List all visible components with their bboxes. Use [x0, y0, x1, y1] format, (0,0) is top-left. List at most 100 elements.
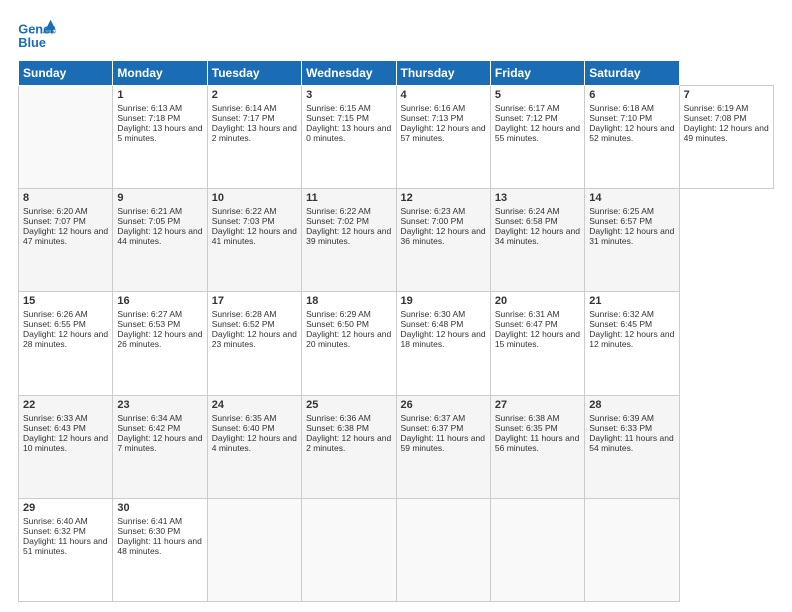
- daylight-label: Daylight: 12 hours and 52 minutes.: [589, 123, 674, 143]
- daylight-label: Daylight: 12 hours and 36 minutes.: [401, 226, 486, 246]
- daylight-label: Daylight: 12 hours and 12 minutes.: [589, 329, 674, 349]
- day-number: 25: [306, 399, 391, 411]
- sunset-label: Sunset: 7:12 PM: [495, 113, 558, 123]
- day-number: 9: [117, 192, 202, 204]
- day-number: 1: [117, 89, 202, 101]
- calendar-day-cell: [490, 498, 584, 601]
- daylight-label: Daylight: 12 hours and 47 minutes.: [23, 226, 108, 246]
- daylight-label: Daylight: 11 hours and 54 minutes.: [589, 433, 673, 453]
- sunset-label: Sunset: 6:58 PM: [495, 216, 558, 226]
- calendar-header-row: SundayMondayTuesdayWednesdayThursdayFrid…: [19, 61, 774, 86]
- daylight-label: Daylight: 12 hours and 57 minutes.: [401, 123, 486, 143]
- daylight-label: Daylight: 12 hours and 41 minutes.: [212, 226, 297, 246]
- day-number: 7: [684, 89, 769, 101]
- calendar-day-cell: 28 Sunrise: 6:39 AMSunset: 6:33 PMDayligh…: [585, 395, 679, 498]
- logo: General Blue: [18, 18, 59, 52]
- sunrise-label: Sunrise: 6:39 AM: [589, 413, 654, 423]
- calendar-day-cell: 15Sunrise: 6:26 AMSunset: 6:55 PMDayligh…: [19, 292, 113, 395]
- sunrise-label: Sunrise: 6:35 AM: [212, 413, 277, 423]
- calendar-day-cell: 21Sunrise: 6:32 AMSunset: 6:45 PMDayligh…: [585, 292, 679, 395]
- sunrise-label: Sunrise: 6:20 AM: [23, 206, 88, 216]
- page: General Blue SundayMondayTuesdayWednesda…: [0, 0, 792, 612]
- daylight-label: Daylight: 12 hours and 44 minutes.: [117, 226, 202, 246]
- calendar-day-cell: 16Sunrise: 6:27 AMSunset: 6:53 PMDayligh…: [113, 292, 207, 395]
- day-number: 8: [23, 192, 108, 204]
- empty-cell: [19, 86, 113, 189]
- calendar-day-cell: [585, 498, 679, 601]
- daylight-label: Daylight: 12 hours and 15 minutes.: [495, 329, 580, 349]
- calendar-day-cell: 4Sunrise: 6:16 AMSunset: 7:13 PMDaylight…: [396, 86, 490, 189]
- calendar-day-cell: 29Sunrise: 6:40 AMSunset: 6:32 PMDayligh…: [19, 498, 113, 601]
- day-number: 20: [495, 295, 580, 307]
- sunrise-label: Sunrise: 6:29 AM: [306, 309, 371, 319]
- day-number: 3: [306, 89, 391, 101]
- sunrise-label: Sunrise: 6:17 AM: [495, 103, 560, 113]
- calendar-day-cell: [396, 498, 490, 601]
- header: General Blue: [18, 18, 774, 52]
- daylight-label: Daylight: 12 hours and 34 minutes.: [495, 226, 580, 246]
- calendar-day-cell: 11Sunrise: 6:22 AMSunset: 7:02 PMDayligh…: [302, 189, 396, 292]
- sunset-label: Sunset: 7:07 PM: [23, 216, 86, 226]
- day-number: 21: [589, 295, 674, 307]
- sunrise-label: Sunrise: 6:15 AM: [306, 103, 371, 113]
- day-header-sunday: Sunday: [19, 61, 113, 86]
- sunrise-label: Sunrise: 6:28 AM: [212, 309, 277, 319]
- daylight-label: Daylight: 13 hours and 2 minutes.: [212, 123, 297, 143]
- sunset-label: Sunset: 6:35 PM: [495, 423, 558, 433]
- sunset-label: Sunset: 6:48 PM: [401, 319, 464, 329]
- daylight-label: Daylight: 12 hours and 23 minutes.: [212, 329, 297, 349]
- daylight-label: Daylight: 13 hours and 5 minutes.: [117, 123, 202, 143]
- sunrise-label: Sunrise: 6:40 AM: [23, 516, 88, 526]
- day-number: 26: [401, 399, 486, 411]
- sunrise-label: Sunrise: 6:26 AM: [23, 309, 88, 319]
- day-number: 23: [117, 399, 202, 411]
- sunrise-label: Sunrise: 6:23 AM: [401, 206, 466, 216]
- daylight-label: Daylight: 11 hours and 59 minutes.: [401, 433, 485, 453]
- daylight-label: Daylight: 13 hours and 0 minutes.: [306, 123, 391, 143]
- sunrise-label: Sunrise: 6:41 AM: [117, 516, 182, 526]
- calendar-table: SundayMondayTuesdayWednesdayThursdayFrid…: [18, 60, 774, 602]
- sunset-label: Sunset: 6:53 PM: [117, 319, 180, 329]
- calendar-day-cell: 8 Sunrise: 6:20 AMSunset: 7:07 PMDaylight…: [19, 189, 113, 292]
- daylight-label: Daylight: 12 hours and 20 minutes.: [306, 329, 391, 349]
- sunrise-label: Sunrise: 6:18 AM: [589, 103, 654, 113]
- sunrise-label: Sunrise: 6:22 AM: [306, 206, 371, 216]
- sunset-label: Sunset: 7:13 PM: [401, 113, 464, 123]
- day-number: 28: [589, 399, 674, 411]
- sunset-label: Sunset: 6:32 PM: [23, 526, 86, 536]
- day-number: 11: [306, 192, 391, 204]
- calendar-day-cell: 25Sunrise: 6:36 AMSunset: 6:38 PMDayligh…: [302, 395, 396, 498]
- daylight-label: Daylight: 11 hours and 56 minutes.: [495, 433, 579, 453]
- sunset-label: Sunset: 6:37 PM: [401, 423, 464, 433]
- sunset-label: Sunset: 6:57 PM: [589, 216, 652, 226]
- calendar-day-cell: 23Sunrise: 6:34 AMSunset: 6:42 PMDayligh…: [113, 395, 207, 498]
- sunset-label: Sunset: 7:02 PM: [306, 216, 369, 226]
- day-header-wednesday: Wednesday: [302, 61, 396, 86]
- sunset-label: Sunset: 6:33 PM: [589, 423, 652, 433]
- sunset-label: Sunset: 7:10 PM: [589, 113, 652, 123]
- sunset-label: Sunset: 7:18 PM: [117, 113, 180, 123]
- sunset-label: Sunset: 6:52 PM: [212, 319, 275, 329]
- daylight-label: Daylight: 11 hours and 48 minutes.: [117, 536, 201, 556]
- sunset-label: Sunset: 7:05 PM: [117, 216, 180, 226]
- calendar-day-cell: 1Sunrise: 6:13 AMSunset: 7:18 PMDaylight…: [113, 86, 207, 189]
- calendar-body: 1Sunrise: 6:13 AMSunset: 7:18 PMDaylight…: [19, 86, 774, 602]
- day-number: 15: [23, 295, 108, 307]
- calendar-day-cell: [207, 498, 301, 601]
- day-number: 13: [495, 192, 580, 204]
- day-number: 17: [212, 295, 297, 307]
- calendar-week-0: 1Sunrise: 6:13 AMSunset: 7:18 PMDaylight…: [19, 86, 774, 189]
- daylight-label: Daylight: 12 hours and 28 minutes.: [23, 329, 108, 349]
- day-number: 2: [212, 89, 297, 101]
- daylight-label: Daylight: 12 hours and 49 minutes.: [684, 123, 769, 143]
- sunset-label: Sunset: 7:03 PM: [212, 216, 275, 226]
- sunrise-label: Sunrise: 6:21 AM: [117, 206, 182, 216]
- sunrise-label: Sunrise: 6:19 AM: [684, 103, 749, 113]
- calendar-day-cell: 10Sunrise: 6:22 AMSunset: 7:03 PMDayligh…: [207, 189, 301, 292]
- calendar-day-cell: 14Sunrise: 6:25 AMSunset: 6:57 PMDayligh…: [585, 189, 679, 292]
- day-number: 19: [401, 295, 486, 307]
- day-number: 27: [495, 399, 580, 411]
- calendar-day-cell: 18Sunrise: 6:29 AMSunset: 6:50 PMDayligh…: [302, 292, 396, 395]
- day-number: 24: [212, 399, 297, 411]
- calendar-day-cell: 7Sunrise: 6:19 AMSunset: 7:08 PMDaylight…: [679, 86, 773, 189]
